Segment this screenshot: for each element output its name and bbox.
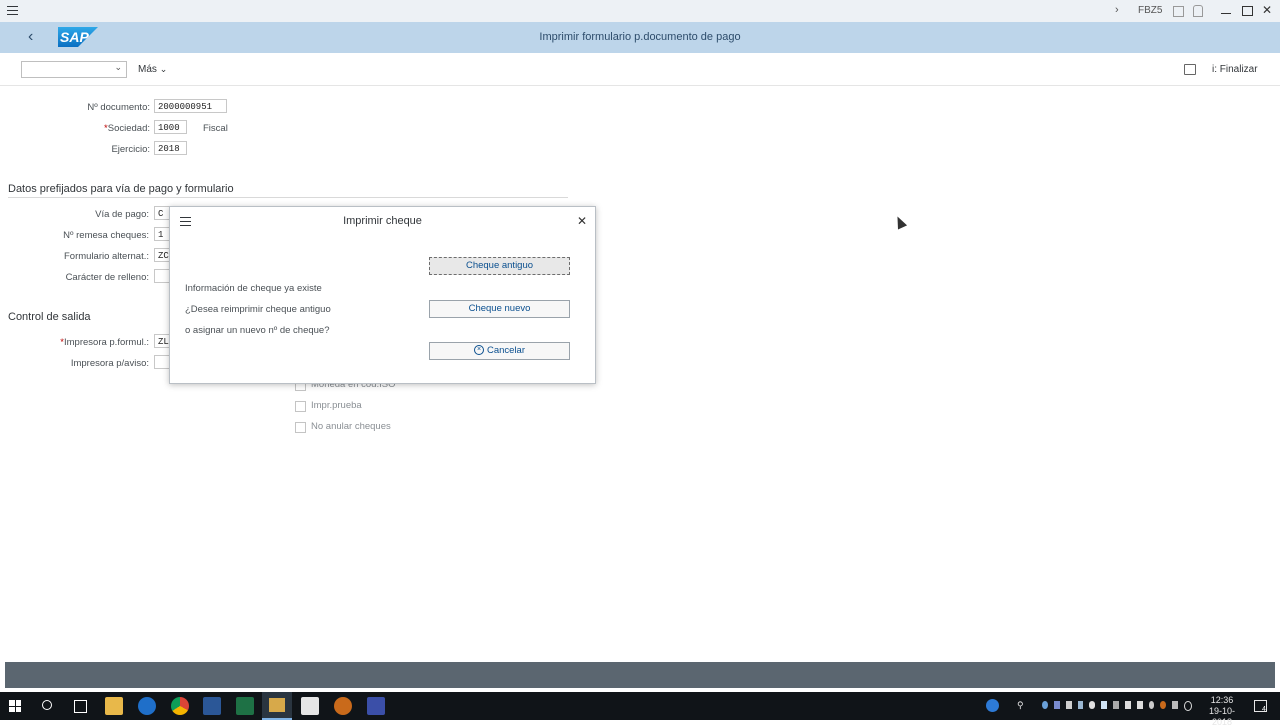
volume-icon[interactable] (1136, 701, 1143, 709)
divider (8, 197, 568, 198)
company-field[interactable]: 1000 (154, 120, 187, 134)
windows-start-icon[interactable] (9, 700, 21, 712)
doc-label: Nº documento: (87, 102, 150, 113)
doc-number-field[interactable]: 2000000951 (154, 99, 227, 113)
sap-logon-icon[interactable] (367, 697, 385, 715)
chrome-icon[interactable] (171, 697, 189, 715)
app-icon[interactable] (334, 697, 352, 715)
excel-icon[interactable] (236, 697, 254, 715)
new-check-button[interactable]: Cheque nuevo (429, 300, 570, 318)
dialog-line-2: ¿Desea reimprimir cheque antiguo (185, 304, 331, 315)
printer-form-label: *Impresora p.formul.: (60, 337, 149, 348)
filler-label: Carácter de relleno: (65, 272, 149, 283)
tray-icon[interactable] (1113, 701, 1119, 709)
test-print-checkbox[interactable] (295, 401, 306, 412)
word-icon[interactable] (203, 697, 221, 715)
status-bar (5, 662, 1275, 688)
filler-field[interactable] (154, 269, 170, 283)
dialog-line-3: o asignar un nuevo nº de cheque? (185, 325, 330, 336)
alt-form-label: Formulario alternat.: (63, 251, 149, 262)
tray-icon[interactable] (1148, 701, 1155, 709)
sap-gui-icon (269, 698, 285, 712)
tray-icon[interactable] (1077, 701, 1084, 709)
company-label: *Sociedad: (104, 123, 150, 134)
task-view-icon[interactable] (74, 700, 87, 713)
batch-field[interactable]: 1 (154, 227, 170, 241)
dialog-line-1: Información de cheque ya existe (185, 283, 322, 294)
finish-button[interactable]: i: Finalizar (1212, 64, 1258, 75)
restore-icon[interactable] (1242, 6, 1253, 16)
notification-count: 4 (1262, 706, 1266, 713)
printer-form-label-text: Impresora p.formul.: (64, 337, 149, 348)
test-print-label: Impr.prueba (311, 400, 362, 411)
people-icon[interactable]: ⚲ (1017, 700, 1024, 711)
more-menu[interactable]: Más ⌄ (138, 64, 167, 75)
play-icon[interactable] (1173, 6, 1184, 17)
print-check-dialog: Imprimir cheque ✕ Información de cheque … (169, 206, 596, 384)
tray-icon[interactable] (1172, 701, 1179, 709)
clock-icon[interactable] (1184, 701, 1192, 711)
pay-method-label: Vía de pago: (95, 209, 149, 220)
edge-icon[interactable] (138, 697, 156, 715)
finish-label: Finalizar (1219, 64, 1258, 75)
old-check-button[interactable]: Cheque antiguo (429, 257, 570, 275)
windows-taskbar: ⚲ 12:36 19-10-2018 4 (0, 692, 1280, 727)
sap-gui-taskbar-button[interactable] (262, 692, 292, 720)
chevron-right-icon[interactable]: › (1115, 4, 1119, 16)
cancel-button[interactable]: × Cancelar (429, 342, 570, 360)
clock-time: 12:36 (1210, 695, 1234, 705)
alt-form-field[interactable]: ZC (154, 248, 170, 262)
tray-icon[interactable] (1053, 701, 1060, 709)
dialog-title: Imprimir cheque (343, 215, 422, 227)
menu-icon[interactable] (7, 6, 18, 16)
system-bar: › FBZ5 ✕ (0, 0, 1280, 22)
batch-label: Nº remesa cheques: (63, 230, 149, 241)
cancel-icon: × (473, 345, 484, 356)
year-label: Ejercicio: (111, 144, 150, 155)
help-icon[interactable] (986, 699, 999, 712)
no-cancel-label: No anular cheques (311, 421, 391, 432)
close-icon[interactable]: ✕ (1262, 3, 1272, 17)
search-icon[interactable] (42, 700, 52, 710)
tray-icon[interactable] (1160, 701, 1167, 709)
minimize-icon[interactable] (1221, 13, 1231, 14)
network-icon[interactable] (1124, 701, 1131, 709)
page-title: Imprimir formulario p.documento de pago (539, 31, 741, 43)
command-dropdown[interactable]: ⌄ (21, 61, 127, 78)
close-icon[interactable]: ✕ (577, 214, 587, 228)
file-explorer-icon[interactable] (105, 697, 123, 715)
printer-form-field[interactable]: ZL (154, 334, 170, 348)
system-tray (1042, 701, 1192, 711)
toolbar (0, 53, 1280, 86)
tray-icon[interactable] (1101, 701, 1108, 709)
pay-method-field[interactable]: C (154, 206, 170, 220)
more-label: Más (138, 64, 157, 75)
chevron-down-icon: ⌄ (114, 62, 122, 72)
section-title-defaults: Datos prefijados para vía de pago y form… (8, 183, 234, 195)
finish-prefix: i: (1212, 64, 1217, 75)
tray-icon[interactable] (1065, 701, 1072, 709)
printer-notice-label: Impresora p/aviso: (70, 358, 149, 369)
clock-date: 19-10-2018 (1208, 706, 1235, 727)
no-cancel-checkbox[interactable] (295, 422, 306, 433)
printer-notice-field[interactable] (154, 355, 170, 369)
company-desc: Fiscal (203, 123, 228, 134)
clock[interactable]: 12:36 19-10-2018 (1200, 695, 1244, 728)
cancel-label: Cancelar (486, 345, 526, 356)
transaction-code: FBZ5 (1138, 5, 1163, 16)
chevron-down-icon: ⌄ (159, 64, 168, 74)
lock-icon[interactable] (1193, 5, 1203, 17)
cloud-icon[interactable] (1089, 701, 1096, 709)
mail-icon[interactable] (301, 697, 319, 715)
tray-icon[interactable] (1042, 701, 1048, 709)
company-label-text: Sociedad: (107, 123, 150, 134)
section-title-output: Control de salida (8, 311, 91, 323)
year-field[interactable]: 2018 (154, 141, 187, 155)
print-icon[interactable] (1184, 64, 1196, 75)
